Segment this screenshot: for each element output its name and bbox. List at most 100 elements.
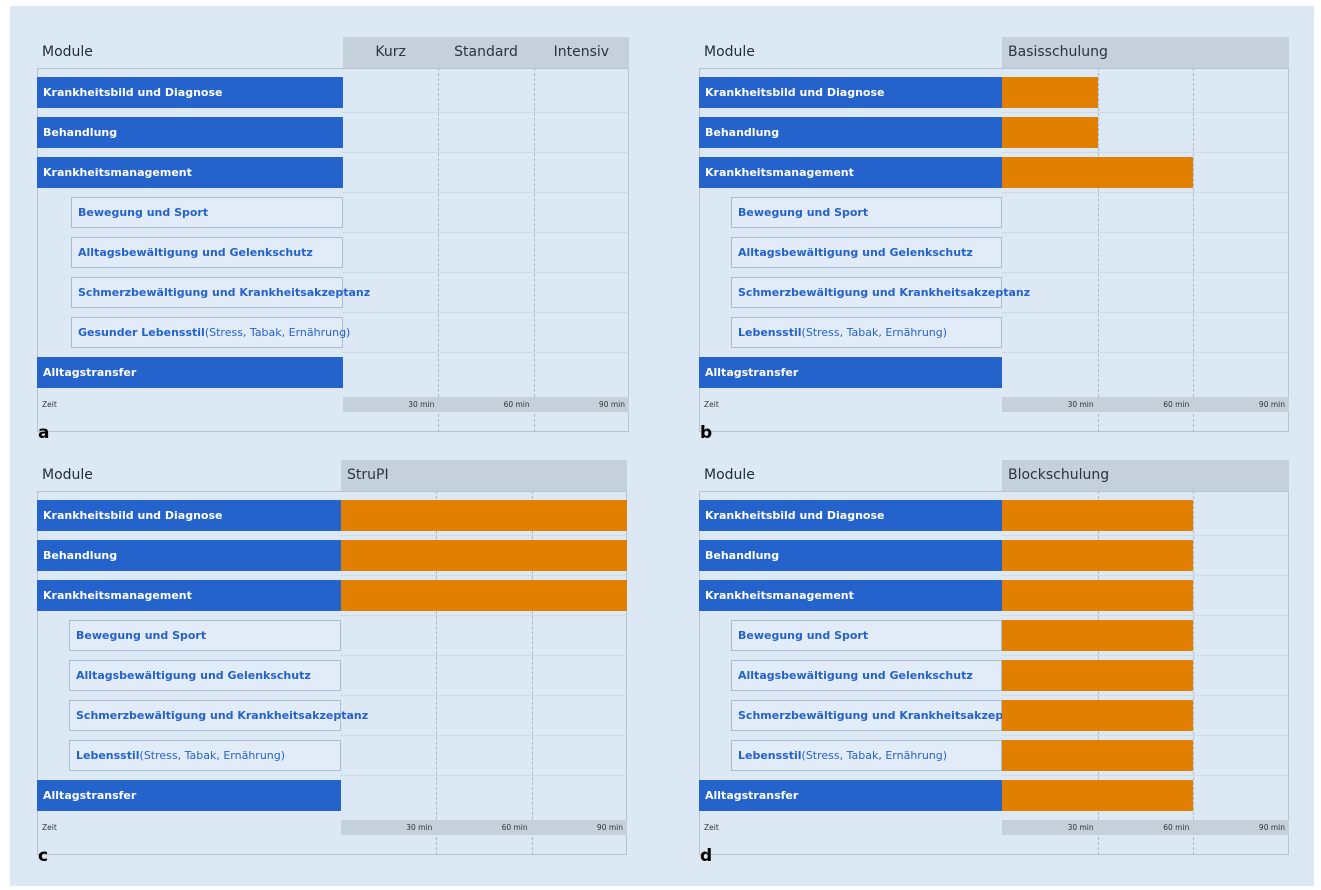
- vertical-gridline: [438, 68, 440, 432]
- module-label: Krankheitsbild und Diagnose: [43, 509, 223, 522]
- panel-letter: c: [38, 846, 49, 866]
- time-tick-label: 60 min: [503, 400, 530, 409]
- module-bar: Krankheitsbild und Diagnose: [699, 500, 1002, 531]
- row-gridline: [341, 575, 627, 576]
- module-bar: Krankheitsbild und Diagnose: [699, 77, 1002, 108]
- duration-bar: [1002, 117, 1098, 148]
- submodule-label: Schmerzbewältigung und Krankheitsakzepta…: [738, 709, 1031, 722]
- duration-bar: [341, 580, 627, 611]
- row-gridline: [341, 735, 627, 736]
- time-tick-label: 60 min: [1163, 400, 1190, 409]
- submodule-bar: Schmerzbewältigung und Krankheitsakzepta…: [71, 277, 370, 308]
- submodule-bar: Lebensstil (Stress, Tabak, Ernährung): [731, 317, 1002, 348]
- module-bar: Krankheitsmanagement: [699, 157, 1002, 188]
- submodule-label: Lebensstil: [738, 749, 802, 762]
- module-bar: Behandlung: [37, 540, 341, 571]
- duration-bar: [1002, 700, 1194, 731]
- row-gridline: [1002, 655, 1289, 656]
- duration-bar: [1002, 780, 1194, 811]
- time-label: Zeit: [42, 400, 57, 409]
- module-bar: Krankheitsbild und Diagnose: [37, 500, 341, 531]
- row-gridline: [1002, 575, 1289, 576]
- module-label: Alltagstransfer: [705, 366, 799, 379]
- row-gridline: [343, 312, 629, 313]
- module-bar: Alltagstransfer: [37, 357, 343, 388]
- vertical-gridline: [1097, 68, 1099, 432]
- submodule-bar: Bewegung und Sport: [731, 620, 1002, 651]
- vertical-gridline: [1193, 68, 1195, 432]
- submodule-bar: Gesunder Lebensstil (Stress, Tabak, Ernä…: [71, 317, 350, 348]
- submodule-label: Schmerzbewältigung und Krankheitsakzepta…: [78, 286, 371, 299]
- submodule-bar: Schmerzbewältigung und Krankheitsakzepta…: [731, 700, 1030, 731]
- submodule-bar: Alltagsbewältigung und Gelenkschutz: [71, 237, 343, 268]
- duration-bar: [1002, 540, 1194, 571]
- submodule-label: Bewegung und Sport: [738, 629, 869, 642]
- duration-bar: [341, 540, 627, 571]
- submodule-bar: Alltagsbewältigung und Gelenkschutz: [731, 660, 1002, 691]
- row-gridline: [343, 112, 629, 113]
- submodule-label-suffix: (Stress, Tabak, Ernährung): [139, 749, 286, 762]
- time-tick-label: 90 min: [596, 823, 623, 832]
- submodule-bar: Lebensstil (Stress, Tabak, Ernährung): [69, 740, 341, 771]
- row-gridline: [1002, 735, 1289, 736]
- module-bar: Alltagstransfer: [699, 357, 1002, 388]
- column-header: Intensiv: [553, 44, 610, 60]
- submodule-label: Bewegung und Sport: [78, 206, 209, 219]
- row-gridline: [1002, 152, 1289, 153]
- module-label: Krankheitsbild und Diagnose: [705, 509, 885, 522]
- module-label: Behandlung: [43, 549, 118, 562]
- submodule-label: Alltagsbewältigung und Gelenkschutz: [738, 669, 973, 682]
- time-tick-label: 30 min: [408, 400, 435, 409]
- row-gridline: [343, 272, 629, 273]
- module-label: Behandlung: [705, 126, 780, 139]
- row-gridline: [1002, 192, 1289, 193]
- row-gridline: [1002, 232, 1289, 233]
- submodule-bar: Alltagsbewältigung und Gelenkschutz: [69, 660, 341, 691]
- submodule-label: Lebensstil: [76, 749, 140, 762]
- module-label: Krankheitsmanagement: [705, 166, 854, 179]
- duration-bar: [1002, 157, 1194, 188]
- duration-bar: [1002, 660, 1194, 691]
- row-gridline: [1002, 695, 1289, 696]
- module-bar: Alltagstransfer: [699, 780, 1002, 811]
- figure-canvas: Module Kurz Standard Intensiv Krankheitsbild…: [0, 0, 1321, 890]
- row-gridline: [1002, 775, 1289, 776]
- row-gridline: [343, 232, 629, 233]
- module-label: Behandlung: [43, 126, 118, 139]
- submodule-bar: Lebensstil (Stress, Tabak, Ernährung): [731, 740, 1002, 771]
- row-gridline: [341, 655, 627, 656]
- module-bar: Behandlung: [699, 540, 1002, 571]
- row-gridline: [343, 152, 629, 153]
- time-tick-label: 90 min: [598, 400, 625, 409]
- module-label: Behandlung: [705, 549, 780, 562]
- module-header: Module: [704, 467, 755, 483]
- module-bar: Krankheitsmanagement: [37, 157, 343, 188]
- submodule-label: Bewegung und Sport: [76, 629, 207, 642]
- time-tick-label: 30 min: [1067, 823, 1094, 832]
- module-label: Alltagstransfer: [43, 366, 137, 379]
- module-label: Krankheitsbild und Diagnose: [705, 86, 885, 99]
- duration-bar: [1002, 580, 1194, 611]
- duration-bar: [1002, 77, 1098, 108]
- row-gridline: [1002, 112, 1289, 113]
- submodule-label-suffix: (Stress, Tabak, Ernährung): [204, 326, 351, 339]
- submodule-label-suffix: (Stress, Tabak, Ernährung): [801, 749, 948, 762]
- panel-letter: b: [700, 423, 713, 443]
- submodule-bar: Bewegung und Sport: [731, 197, 1002, 228]
- module-bar: Behandlung: [699, 117, 1002, 148]
- submodule-label: Bewegung und Sport: [738, 206, 869, 219]
- time-tick-label: 90 min: [1258, 823, 1285, 832]
- submodule-bar: Schmerzbewältigung und Krankheitsakzepta…: [731, 277, 1030, 308]
- submodule-label-suffix: (Stress, Tabak, Ernährung): [801, 326, 948, 339]
- row-gridline: [1002, 272, 1289, 273]
- column-header: Basisschulung: [1008, 44, 1108, 60]
- module-bar: Behandlung: [37, 117, 343, 148]
- row-gridline: [343, 192, 629, 193]
- submodule-bar: Bewegung und Sport: [69, 620, 341, 651]
- duration-bar: [1002, 500, 1194, 531]
- module-bar: Krankheitsmanagement: [37, 580, 341, 611]
- vertical-gridline: [533, 68, 535, 432]
- panel-letter: a: [38, 423, 50, 443]
- submodule-label: Schmerzbewältigung und Krankheitsakzepta…: [738, 286, 1031, 299]
- row-gridline: [1002, 615, 1289, 616]
